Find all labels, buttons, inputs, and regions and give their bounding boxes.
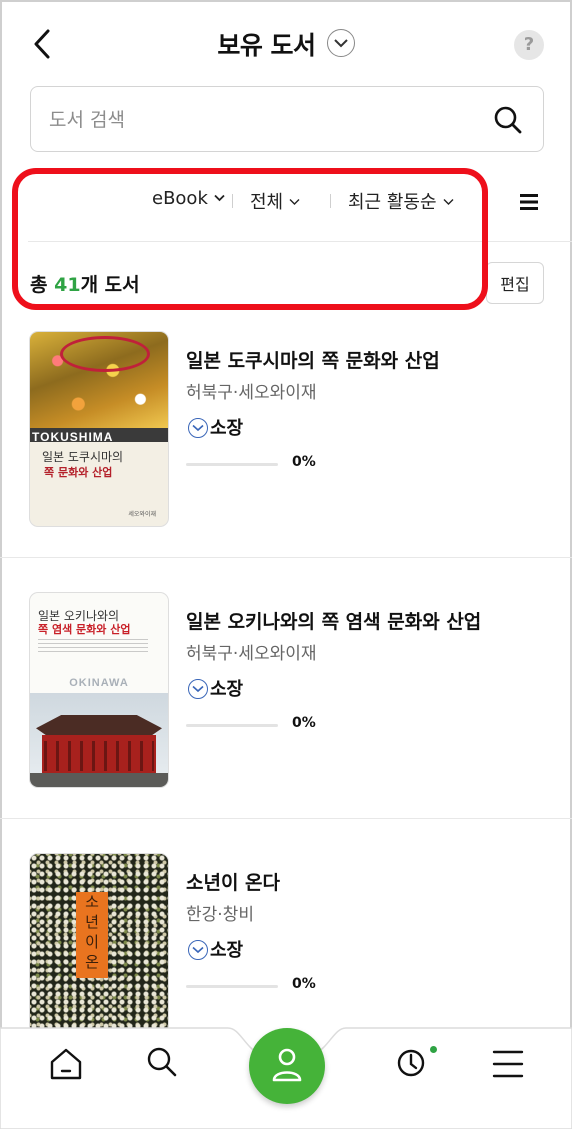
- help-icon[interactable]: ?: [514, 30, 544, 60]
- book-title[interactable]: 소년이 온다: [186, 868, 280, 895]
- cover-title-line2: 쪽 염색 문화와 산업: [38, 623, 131, 636]
- cover-char: 온: [85, 953, 99, 971]
- edit-button[interactable]: 편집: [486, 262, 544, 304]
- title-area[interactable]: 보유 도서: [0, 26, 572, 62]
- chevron-down-icon[interactable]: [326, 29, 355, 57]
- cover-word: OKINAWA: [69, 677, 129, 689]
- cover-word: TOKUSHIMA: [32, 430, 114, 444]
- book-author: 한강·창비: [186, 905, 254, 925]
- home-icon[interactable]: [46, 1044, 86, 1084]
- owned-status[interactable]: 소장: [188, 414, 244, 439]
- cover-columns: [44, 741, 154, 771]
- cover-title-line2: 쪽 문화와 산업: [44, 466, 113, 479]
- reading-progress-bar: [186, 463, 278, 466]
- book-cover[interactable]: TOKUSHIMA 일본 도쿠시마의 쪽 문화와 산업 세오와이재: [30, 332, 168, 526]
- book-title[interactable]: 일본 오키나와의 쪽 염색 문화와 산업: [186, 607, 481, 634]
- search-icon[interactable]: [493, 105, 523, 135]
- search-input[interactable]: [49, 105, 469, 135]
- progress-percent: 0%: [292, 715, 316, 731]
- clock-icon[interactable]: [392, 1044, 432, 1084]
- app-header: 보유 도서 ?: [0, 18, 572, 74]
- reading-progress-bar: [186, 724, 278, 727]
- profile-button[interactable]: [249, 1028, 325, 1104]
- book-cover[interactable]: 일본 오키나와의 쪽 염색 문화와 산업 OKINAWA: [30, 593, 168, 787]
- book-author: 허북구·세오와이재: [186, 644, 317, 664]
- cover-text-lines: [38, 639, 148, 653]
- cover-char: 소: [85, 893, 99, 911]
- chevron-down-circle-icon: [188, 418, 208, 438]
- page-title: 보유 도서: [217, 31, 316, 60]
- chevron-down-circle-icon: [188, 679, 208, 699]
- progress-percent: 0%: [292, 976, 316, 992]
- list-divider: [0, 557, 572, 558]
- owned-label: 소장: [210, 679, 244, 700]
- cover-label: 소 년 이 온: [76, 892, 108, 978]
- book-item[interactable]: TOKUSHIMA 일본 도쿠시마의 쪽 문화와 산업 세오와이재 일본 도쿠시…: [0, 318, 572, 580]
- search-box: [30, 86, 544, 152]
- cover-char: 년: [85, 913, 99, 931]
- bottom-nav: [0, 1022, 572, 1129]
- book-title[interactable]: 일본 도쿠시마의 쪽 문화와 산업: [186, 346, 440, 373]
- profile-icon: [272, 1048, 302, 1082]
- menu-icon[interactable]: [488, 1044, 528, 1084]
- owned-label: 소장: [210, 418, 244, 439]
- notification-dot: [430, 1046, 437, 1053]
- cover-ring: [60, 336, 150, 372]
- book-cover[interactable]: 소 년 이 온: [30, 854, 168, 1048]
- book-author: 허북구·세오와이재: [186, 383, 317, 403]
- owned-label: 소장: [210, 940, 244, 961]
- cover-char: 이: [85, 933, 99, 951]
- cover-base: [30, 773, 168, 787]
- book-item[interactable]: 일본 오키나와의 쪽 염색 문화와 산업 OKINAWA 일본 오키나와의 쪽 …: [0, 579, 572, 841]
- reading-progress-bar: [186, 985, 278, 988]
- cover-publisher: 세오와이재: [128, 511, 156, 518]
- list-view-icon[interactable]: [518, 192, 542, 212]
- chevron-down-circle-icon: [188, 940, 208, 960]
- list-divider: [0, 818, 572, 819]
- owned-status[interactable]: 소장: [188, 936, 244, 961]
- owned-status[interactable]: 소장: [188, 675, 244, 700]
- progress-percent: 0%: [292, 454, 316, 470]
- cover-title-line1: 일본 도쿠시마의: [42, 450, 124, 464]
- search-icon[interactable]: [142, 1042, 182, 1082]
- highlight-annotation: [12, 168, 488, 310]
